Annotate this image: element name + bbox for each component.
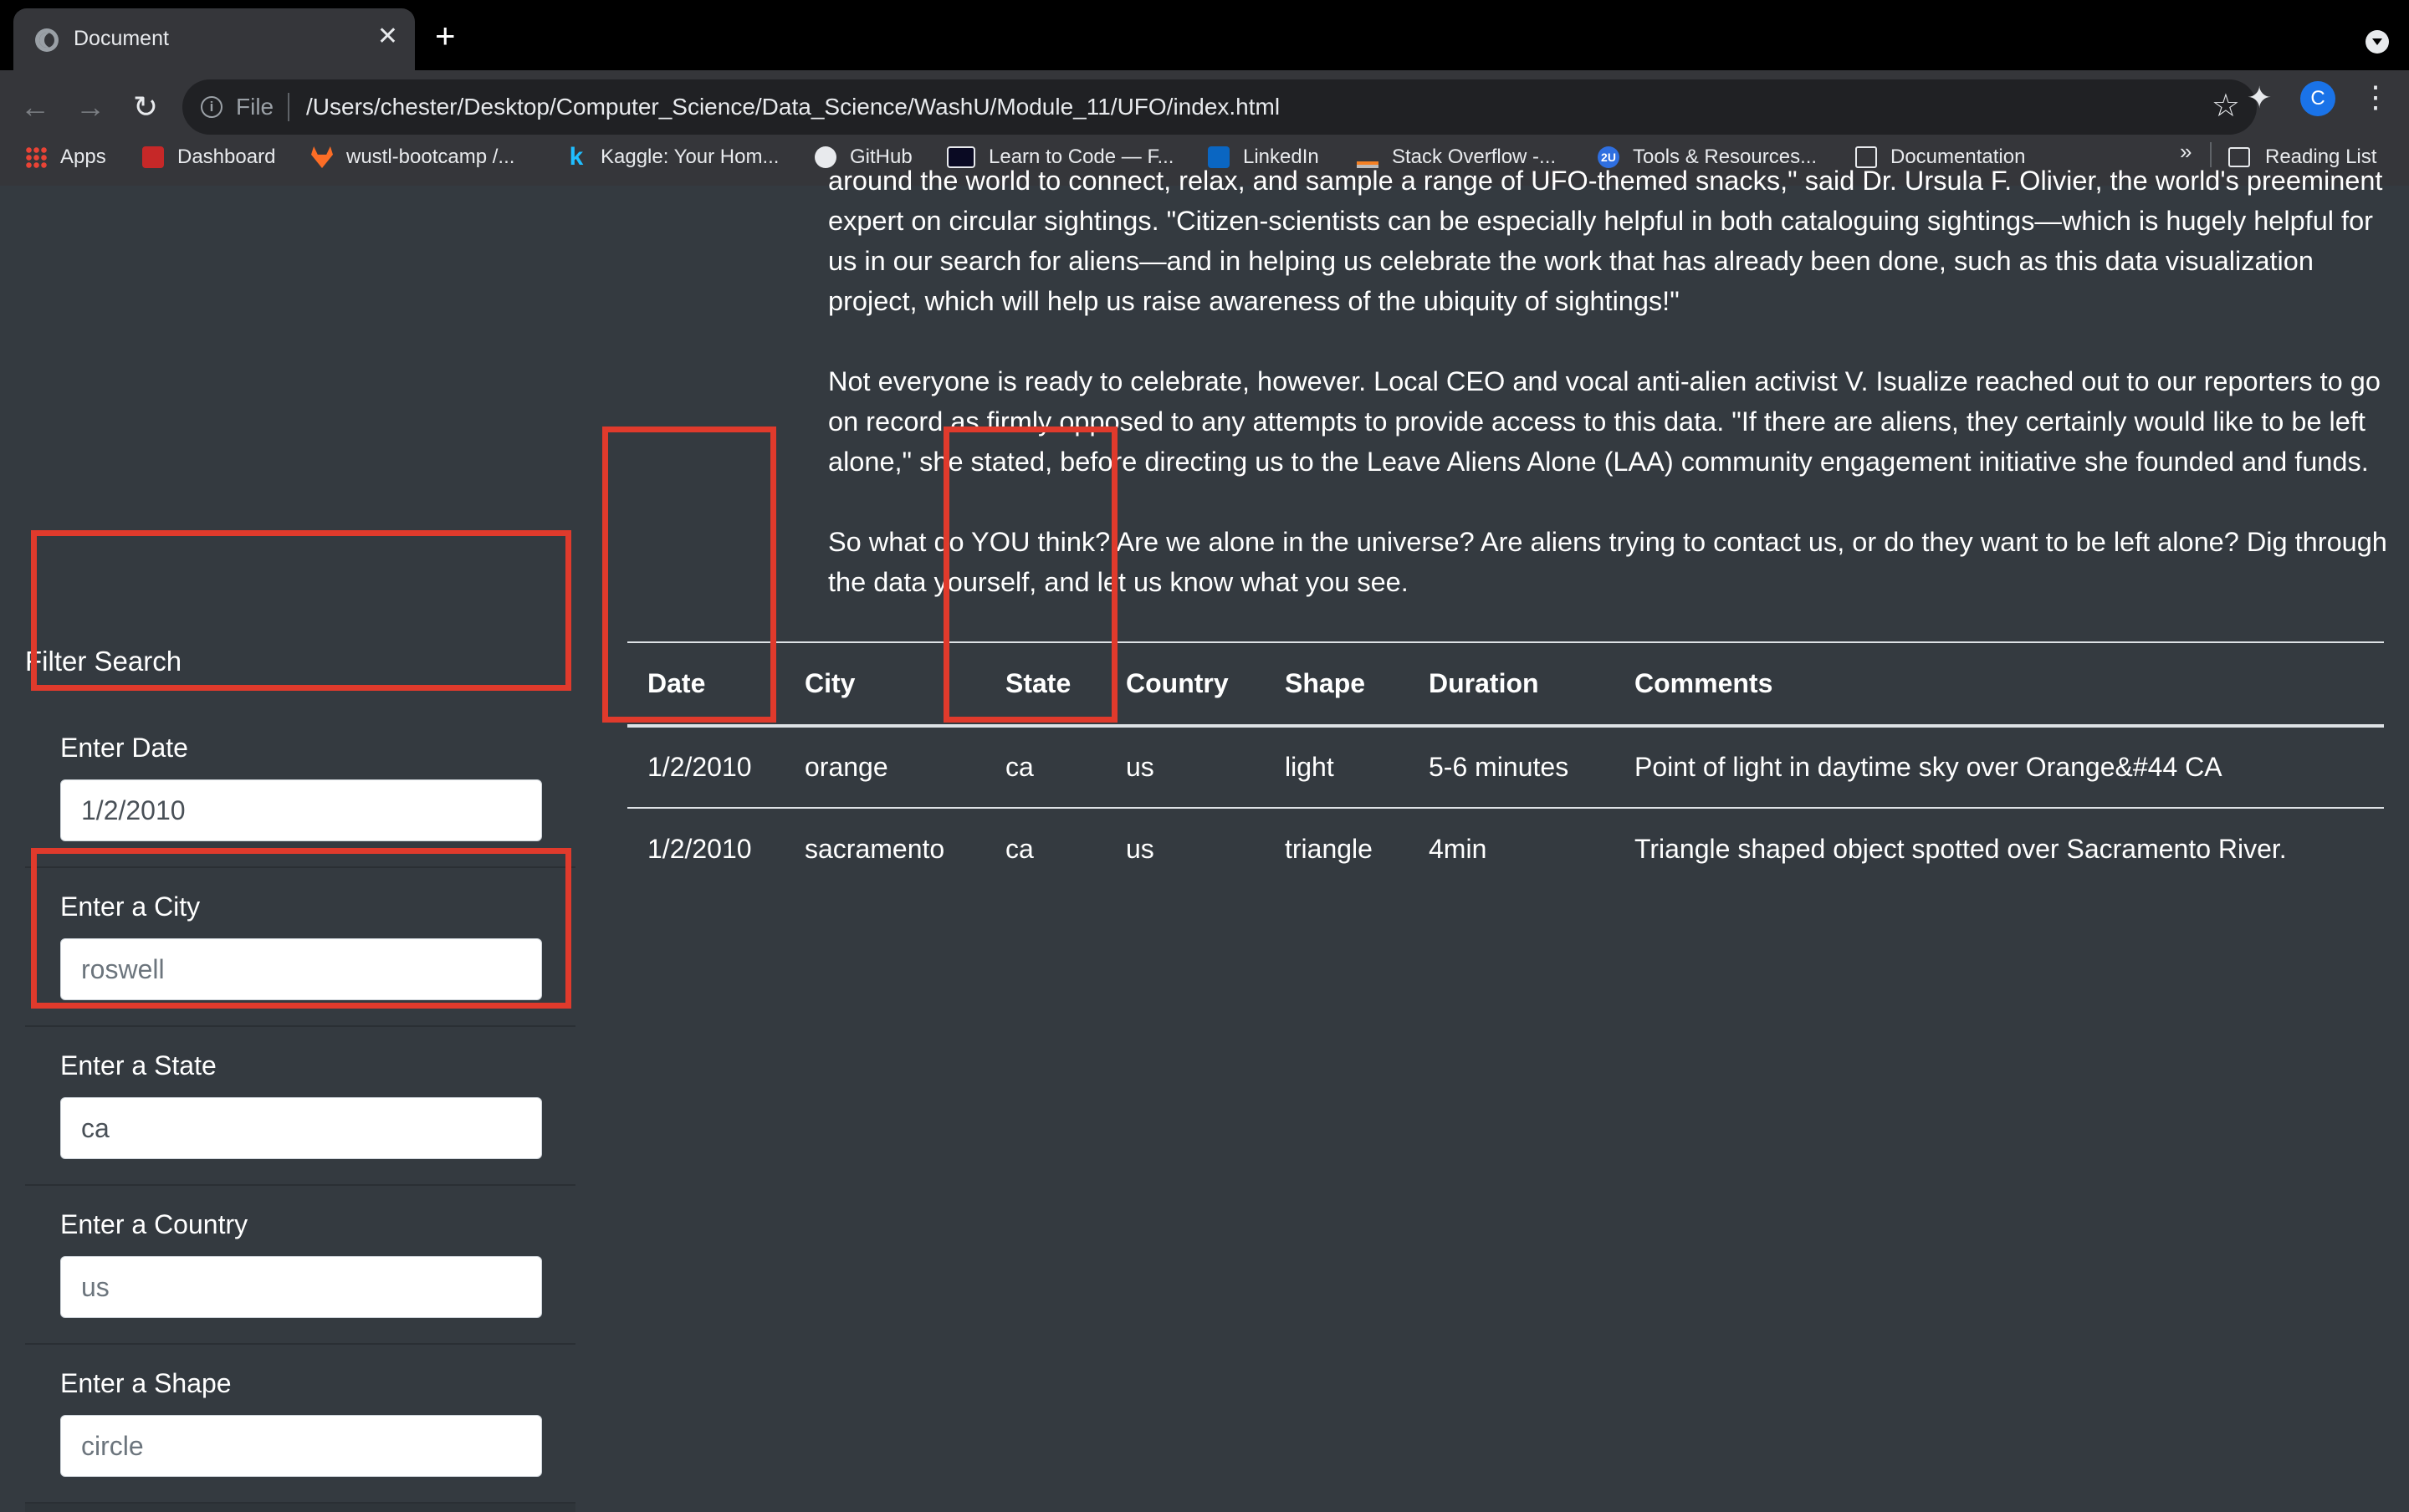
bookmark-star-icon[interactable]: ☆ [2212,88,2240,125]
column-header-city: City [785,641,985,728]
cell-comments: Triangle shaped object spotted over Sacr… [1634,834,2287,864]
filter-panel: Enter Date Enter a City Enter a State En… [25,709,575,1512]
info-icon[interactable]: i [201,96,222,118]
gitlab-icon [311,146,333,168]
globe-icon [35,28,59,52]
filter-shape-label: Enter a Shape [60,1368,232,1398]
city-input[interactable] [60,938,542,1000]
filter-state: Enter a State [25,1027,575,1186]
filter-country-label: Enter a Country [60,1209,248,1239]
tab-title: Document [74,27,169,50]
cell-duration: 4min [1429,834,1487,864]
cell-city: orange [785,726,985,809]
kebab-menu-icon[interactable]: ⋮ [2360,77,2391,117]
filter-date-label: Enter Date [60,733,188,763]
filter-city-label: Enter a City [60,891,201,922]
ufo-sightings-table: Date City State Country Shape Duration C… [627,641,2384,890]
column-header-country: Country [1106,641,1265,728]
bookmark-label: wustl-bootcamp /... [346,146,515,168]
bookmark-kaggle[interactable]: k Kaggle: Your Hom... [565,142,780,172]
article-paragraph: Not everyone is ready to celebrate, howe… [828,366,2381,477]
new-tab-button[interactable]: + [435,18,456,54]
bookmark-label: Apps [60,146,106,168]
bookmark-dashboard[interactable]: Dashboard [142,142,275,172]
article-paragraph: So what do YOU think? Are we alone in th… [828,527,2387,597]
column-header-shape: Shape [1265,641,1409,728]
forward-arrow-icon[interactable]: → [65,82,115,132]
table-header-row: Date City State Country Shape Duration C… [627,641,2384,728]
cell-country: us [1126,834,1154,864]
cell-shape: triangle [1285,834,1373,864]
column-header-duration: Duration [1409,641,1614,728]
column-header-comments: Comments [1614,641,2384,728]
column-header-date: Date [627,641,785,728]
kaggle-icon: k [569,143,584,171]
page-content: around the world to connect, relax, and … [0,166,2409,1512]
cell-duration: 5-6 minutes [1409,726,1614,809]
back-arrow-icon[interactable]: ← [10,82,60,132]
bookmark-label: Kaggle: Your Hom... [601,146,780,168]
tab-search-icon[interactable] [2366,30,2389,54]
table-row: 1/2/2010 sacramento ca us triangle 4min … [627,808,2384,890]
date-input[interactable] [60,779,542,841]
column-header-state: State [985,641,1106,728]
filter-search-title: Filter Search [25,646,182,677]
cell-country: us [1106,726,1265,809]
state-input[interactable] [60,1097,542,1159]
article-text: around the world to connect, relax, and … [828,161,2389,642]
bookmark-label: Dashboard [177,146,276,168]
filter-state-label: Enter a State [60,1050,217,1080]
article-paragraph: around the world to connect, relax, and … [828,166,2383,316]
cell-shape: light [1265,726,1409,809]
cell-state: ca [985,726,1106,809]
bookmark-apps[interactable]: Apps [25,142,106,172]
extensions-puzzle-icon[interactable]: ✦ [2247,80,2272,115]
filter-city: Enter a City [25,868,575,1027]
apps-grid-icon [25,146,47,168]
shape-input[interactable] [60,1415,542,1477]
reload-icon[interactable]: ↻ [120,82,171,132]
dashboard-favicon [142,146,164,168]
browser-tab[interactable]: Document ✕ [13,8,415,70]
cell-date: 1/2/2010 [647,834,752,864]
url-scheme-label: File [236,94,274,120]
cell-date: 1/2/2010 [627,726,785,809]
bookmark-gitlab[interactable]: wustl-bootcamp /... [311,142,514,172]
address-bar[interactable]: i File /Users/chester/Desktop/Computer_S… [182,79,2257,135]
profile-avatar[interactable]: C [2300,81,2335,116]
country-input[interactable] [60,1256,542,1318]
tab-strip: Document ✕ + [0,0,2409,70]
url-text[interactable]: /Users/chester/Desktop/Computer_Science/… [306,94,1280,120]
cell-state: ca [1005,834,1034,864]
filter-country: Enter a Country [25,1186,575,1345]
cell-city: sacramento [805,834,945,864]
filter-date: Enter Date [25,709,575,868]
filter-shape: Enter a Shape [25,1345,575,1504]
table-row: 1/2/2010 orange ca us light 5-6 minutes … [627,726,2384,809]
close-tab-icon[interactable]: ✕ [377,22,398,52]
address-divider [288,93,289,121]
cell-comments: Point of light in daytime sky over Orang… [1614,726,2384,809]
